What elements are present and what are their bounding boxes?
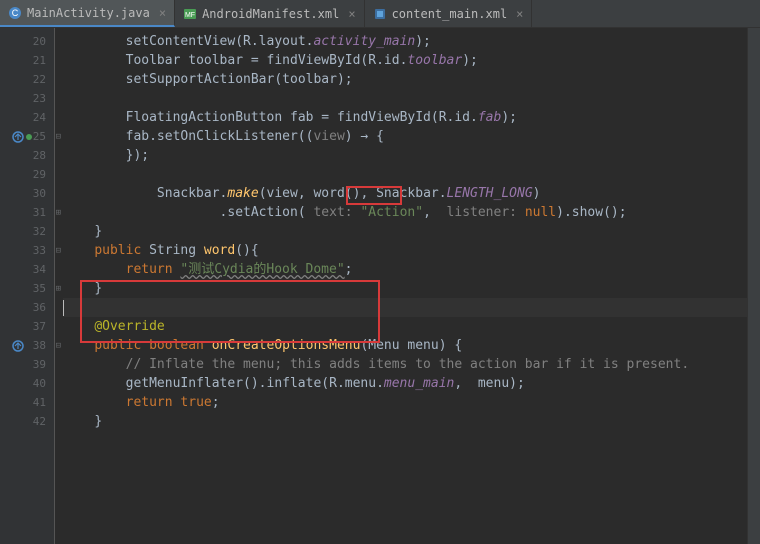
gutter[interactable]: 20 21 22 23 24 25 ⊟ 28 29 30 31⊞ 32 33⊟ … — [0, 28, 55, 544]
svg-text:MF: MF — [185, 12, 195, 19]
line-number: 22 — [0, 70, 54, 89]
line-number: 31⊞ — [0, 203, 54, 222]
line-number: 28 — [0, 146, 54, 165]
line-number: 23 — [0, 89, 54, 108]
java-class-icon: C — [8, 6, 22, 20]
close-icon[interactable]: × — [516, 7, 523, 21]
code-line[interactable] — [63, 298, 747, 317]
code-line[interactable]: @Override — [63, 317, 747, 336]
tab-label: MainActivity.java — [27, 6, 150, 20]
code-line[interactable]: } — [63, 279, 747, 298]
line-number: 36 — [0, 298, 54, 317]
editor: 20 21 22 23 24 25 ⊟ 28 29 30 31⊞ 32 33⊟ … — [0, 28, 760, 544]
code-line[interactable]: Snackbar.make(view, word(), Snackbar.LEN… — [63, 184, 747, 203]
code-line[interactable]: return "测试Cydia的Hook Dome"; — [63, 260, 747, 279]
code-line[interactable]: } — [63, 412, 747, 431]
tab-android-manifest[interactable]: MF AndroidManifest.xml × — [175, 0, 365, 27]
line-number: 38 ⊟ — [0, 336, 54, 355]
line-number: 33⊟ — [0, 241, 54, 260]
caret — [63, 300, 64, 316]
line-number: 25 ⊟ — [0, 127, 54, 146]
tabs-bar: C MainActivity.java × MF AndroidManifest… — [0, 0, 760, 28]
tab-main-activity[interactable]: C MainActivity.java × — [0, 0, 175, 27]
code-line[interactable]: setSupportActionBar(toolbar); — [63, 70, 747, 89]
close-icon[interactable]: × — [159, 6, 166, 20]
code-line[interactable]: // Inflate the menu; this adds items to … — [63, 355, 747, 374]
line-number: 41 — [0, 393, 54, 412]
line-number: 20 — [0, 32, 54, 51]
code-area[interactable]: setContentView(R.layout.activity_main); … — [55, 28, 747, 544]
code-line[interactable]: fab.setOnClickListener((view) → { — [63, 127, 747, 146]
code-line[interactable]: }); — [63, 146, 747, 165]
line-number: 32 — [0, 222, 54, 241]
line-number: 42 — [0, 412, 54, 431]
svg-text:C: C — [12, 8, 19, 18]
code-line[interactable]: public boolean onCreateOptionsMenu(Menu … — [63, 336, 747, 355]
scrollbar[interactable] — [747, 28, 760, 544]
close-icon[interactable]: × — [348, 7, 355, 21]
line-number: 24 — [0, 108, 54, 127]
code-line[interactable]: FloatingActionButton fab = findViewById(… — [63, 108, 747, 127]
code-line[interactable] — [63, 89, 747, 108]
tab-label: content_main.xml — [392, 7, 508, 21]
line-number: 29 — [0, 165, 54, 184]
line-number: 35⊞ — [0, 279, 54, 298]
line-number: 37 — [0, 317, 54, 336]
tab-label: AndroidManifest.xml — [202, 7, 339, 21]
line-number: 40 — [0, 374, 54, 393]
tab-content-main[interactable]: content_main.xml × — [365, 0, 533, 27]
override-icon[interactable] — [12, 131, 24, 143]
line-number: 30 — [0, 184, 54, 203]
line-number: 34 — [0, 260, 54, 279]
code-line[interactable]: setContentView(R.layout.activity_main); — [63, 32, 747, 51]
code-line[interactable]: Toolbar toolbar = findViewById(R.id.tool… — [63, 51, 747, 70]
run-indicator-icon[interactable] — [26, 134, 32, 140]
line-number: 21 — [0, 51, 54, 70]
layout-xml-icon — [373, 7, 387, 21]
code-line[interactable]: return true; — [63, 393, 747, 412]
code-line[interactable]: public String word(){ — [63, 241, 747, 260]
code-line[interactable] — [63, 165, 747, 184]
line-number: 39 — [0, 355, 54, 374]
override-icon[interactable] — [12, 340, 24, 352]
code-line[interactable]: } — [63, 222, 747, 241]
code-line[interactable]: .setAction( text: "Action", listener: nu… — [63, 203, 747, 222]
code-line[interactable]: getMenuInflater().inflate(R.menu.menu_ma… — [63, 374, 747, 393]
manifest-icon: MF — [183, 7, 197, 21]
